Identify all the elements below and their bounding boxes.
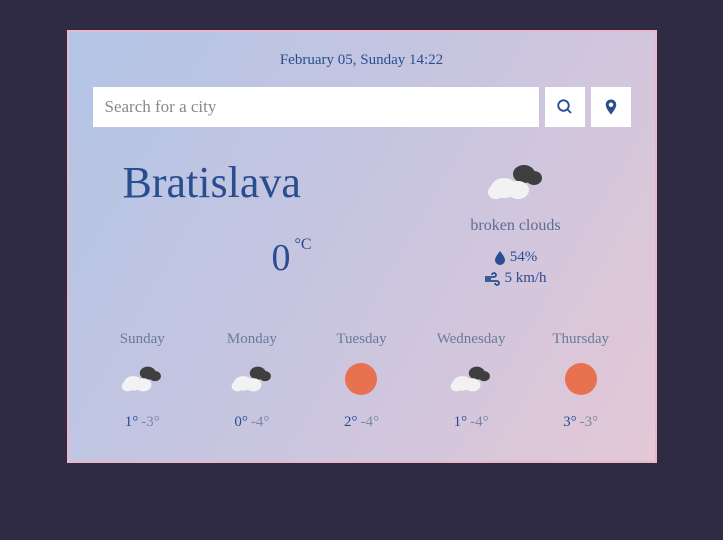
sun-icon — [531, 360, 631, 398]
sun-icon — [312, 360, 412, 398]
city-name: Bratislava — [123, 157, 431, 208]
temp-high: 3° — [563, 414, 577, 430]
humidity-value: 54% — [510, 249, 538, 266]
clouds-icon — [421, 360, 521, 398]
day-name: Sunday — [93, 331, 193, 348]
day-name: Wednesday — [421, 331, 521, 348]
temp-low: -3° — [580, 414, 599, 430]
forecast-day: Thursday 3°-3° — [531, 331, 631, 431]
search-input[interactable] — [93, 87, 539, 127]
day-name: Monday — [202, 331, 302, 348]
clouds-icon — [93, 360, 193, 398]
search-button[interactable] — [545, 87, 585, 127]
forecast-day: Tuesday 2°-4° — [312, 331, 412, 431]
current-weather: Bratislava 0°C broken clouds 54% — [93, 157, 631, 291]
forecast-day: Wednesday 1°-4° — [421, 331, 521, 431]
forecast-row: Sunday 1°-3° Monday 0°-4° Tuesday 2°-4° … — [93, 331, 631, 431]
day-name: Thursday — [531, 331, 631, 348]
date-time: February 05, Sunday 14:22 — [93, 52, 631, 69]
location-pin-icon — [602, 98, 620, 116]
location-button[interactable] — [591, 87, 631, 127]
forecast-day: Sunday 1°-3° — [93, 331, 193, 431]
temp-high: 2° — [344, 414, 358, 430]
search-icon — [556, 98, 574, 116]
day-name: Tuesday — [312, 331, 412, 348]
forecast-day: Monday 0°-4° — [202, 331, 302, 431]
temp-high: 1° — [454, 414, 468, 430]
current-temp: 0 — [271, 237, 290, 279]
wind-row: 5 km/h — [431, 270, 601, 287]
temp-high: 0° — [234, 414, 248, 430]
weather-widget: February 05, Sunday 14:22 Bratislava 0°C — [67, 30, 657, 463]
wind-icon — [484, 272, 500, 286]
clouds-icon — [486, 160, 546, 204]
temp-low: -3° — [141, 414, 160, 430]
droplet-icon — [494, 251, 506, 265]
temp-unit: °C — [294, 236, 311, 253]
temp-low: -4° — [251, 414, 270, 430]
condition-icon — [431, 157, 601, 207]
temp-low: -4° — [360, 414, 379, 430]
humidity-row: 54% — [431, 249, 601, 266]
condition-text: broken clouds — [431, 217, 601, 235]
wind-value: 5 km/h — [504, 270, 546, 287]
temp-low: -4° — [470, 414, 489, 430]
search-bar — [93, 87, 631, 127]
temp-high: 1° — [125, 414, 139, 430]
clouds-icon — [202, 360, 302, 398]
